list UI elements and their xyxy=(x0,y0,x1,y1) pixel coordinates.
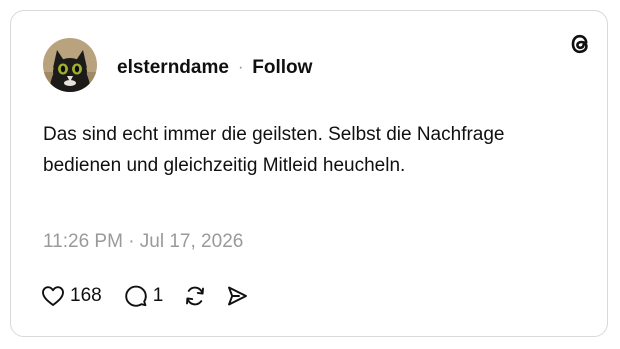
heart-icon xyxy=(41,285,65,307)
avatar[interactable] xyxy=(43,38,97,92)
post-text: Das sind echt immer die geilsten. Selbst… xyxy=(43,124,505,176)
post-timestamp[interactable]: 11:26 PM · Jul 17, 2026 xyxy=(43,231,243,253)
username[interactable]: elsterndame xyxy=(117,57,229,79)
speech-bubble-icon xyxy=(124,284,148,308)
share-button[interactable] xyxy=(225,284,249,308)
like-count: 168 xyxy=(70,285,102,306)
reply-button[interactable]: 1 xyxy=(124,284,164,308)
send-icon xyxy=(225,284,249,308)
post-actions: 168 1 xyxy=(41,282,249,310)
follow-button[interactable]: Follow xyxy=(252,57,312,79)
threads-logo-icon[interactable] xyxy=(567,31,593,57)
cat-avatar-image xyxy=(43,38,97,92)
repost-icon xyxy=(183,284,207,308)
post-header: elsterndame · Follow xyxy=(117,55,312,81)
repost-button[interactable] xyxy=(183,284,207,308)
like-button[interactable]: 168 xyxy=(41,285,102,307)
threads-post-card: elsterndame · Follow Das sind echt immer… xyxy=(10,10,608,337)
separator-dot: · xyxy=(237,59,244,76)
reply-count: 1 xyxy=(152,285,164,306)
